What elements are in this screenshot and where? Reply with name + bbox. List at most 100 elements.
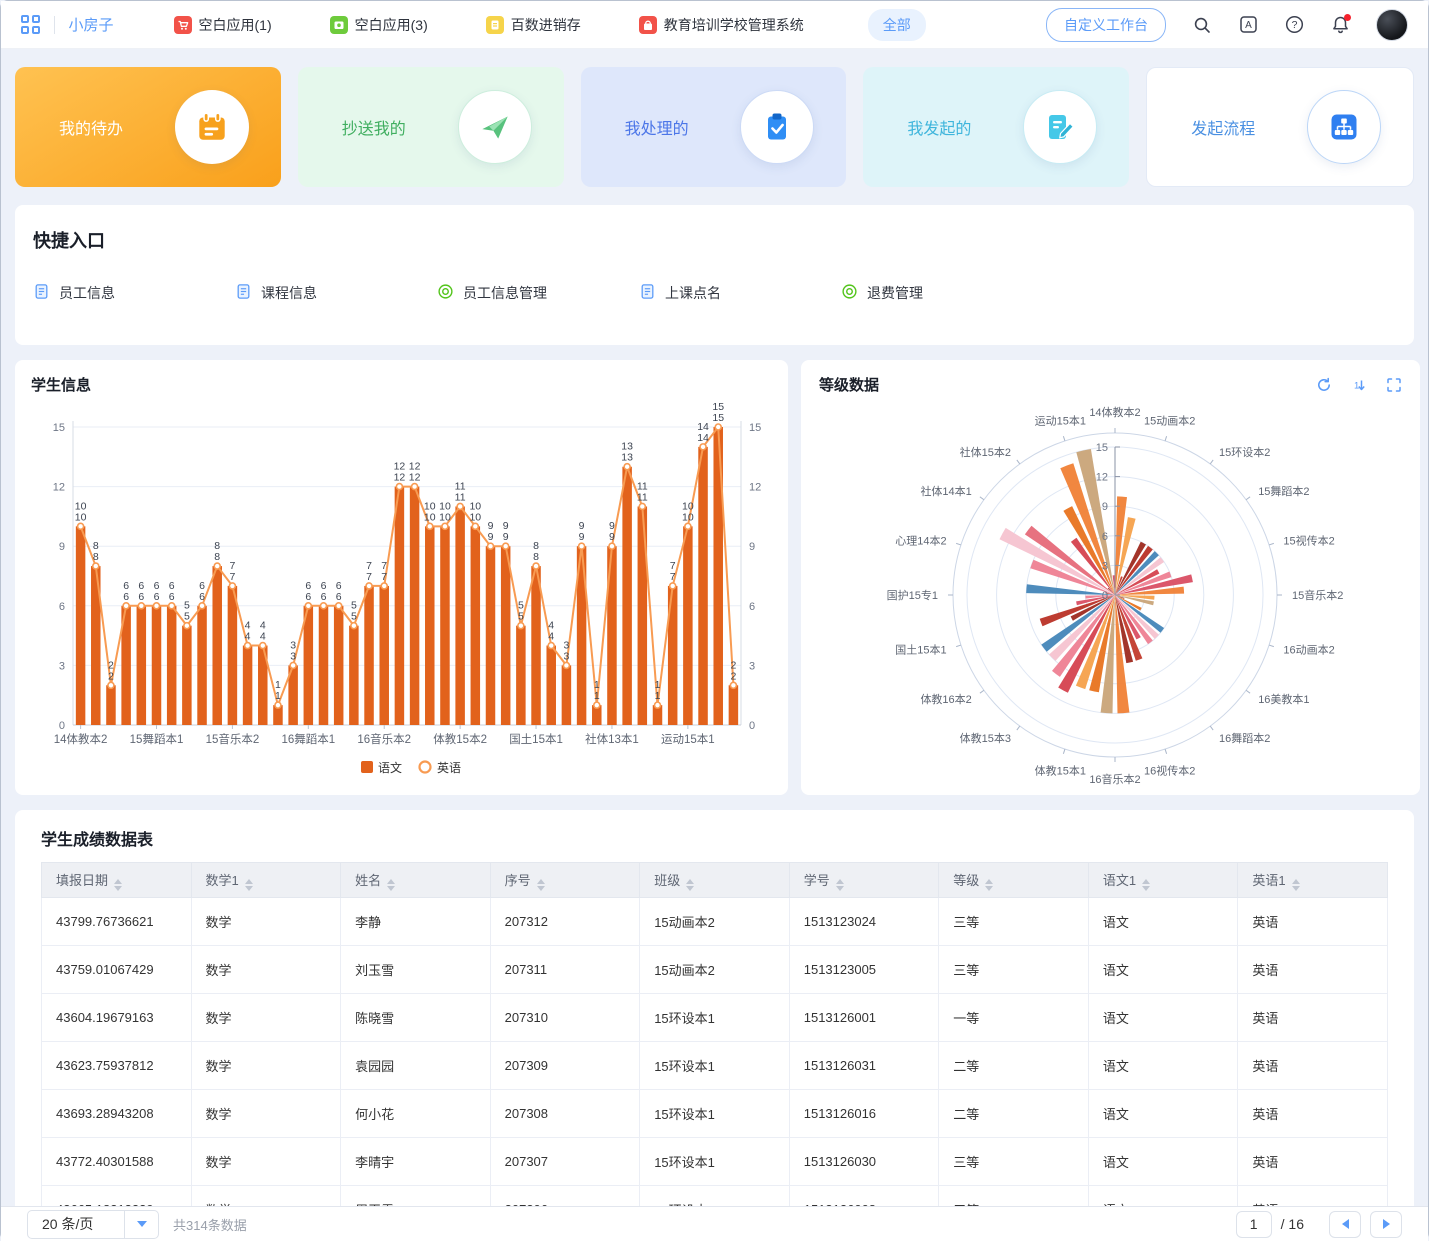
nav-app-label: 教育培训学校管理系统: [664, 15, 804, 35]
table-cell: 1513126030: [789, 1138, 939, 1186]
search-icon[interactable]: [1192, 15, 1212, 35]
sort-icon[interactable]: 1: [1351, 377, 1367, 393]
column-header-学号[interactable]: 学号: [789, 863, 939, 898]
card-start-process[interactable]: 发起流程: [1146, 67, 1414, 187]
sort-carets-icon[interactable]: [1292, 879, 1300, 891]
cart-icon: [174, 16, 192, 34]
sort-carets-icon[interactable]: [686, 879, 694, 891]
sort-carets-icon[interactable]: [1142, 879, 1150, 891]
nav-app-item[interactable]: 教育培训学校管理系统: [639, 15, 804, 35]
sort-carets-icon[interactable]: [836, 879, 844, 891]
sort-carets-icon[interactable]: [537, 879, 545, 891]
column-header-英语1[interactable]: 英语1: [1238, 863, 1388, 898]
document-icon: [235, 283, 252, 303]
table-row[interactable]: 43693.28943208数学何小花20730815环设本1151312601…: [42, 1090, 1388, 1138]
table-row[interactable]: 43772.40301588数学李晴宇20730715环设本1151312603…: [42, 1138, 1388, 1186]
svg-text:6: 6: [1102, 531, 1108, 543]
table-header-row: 填报日期数学1姓名序号班级学号等级语文1英语1: [42, 863, 1388, 898]
table-cell: 三等: [939, 898, 1089, 946]
table-cell: 陈晓雪: [341, 994, 491, 1042]
customize-workbench-button[interactable]: 自定义工作台: [1046, 8, 1166, 42]
table-cell: 英语: [1238, 1042, 1388, 1090]
prev-page-button[interactable]: [1329, 1211, 1361, 1238]
column-header-姓名[interactable]: 姓名: [341, 863, 491, 898]
avatar[interactable]: [1376, 9, 1408, 41]
table-cell: 语文: [1088, 1042, 1238, 1090]
table-cell: 数学: [191, 994, 341, 1042]
sort-carets-icon[interactable]: [985, 879, 993, 891]
page-size-value: 20 条/页: [28, 1214, 124, 1234]
next-page-button[interactable]: [1370, 1211, 1402, 1238]
fullscreen-icon[interactable]: [1386, 377, 1402, 393]
svg-text:3: 3: [59, 660, 65, 672]
table-body: 43799.76736621数学李静20731215动画本21513123024…: [42, 898, 1388, 1207]
svg-text:体教15本1: 体教15本1: [1035, 763, 1086, 777]
column-header-语文1[interactable]: 语文1: [1088, 863, 1238, 898]
chevron-down-icon[interactable]: [124, 1211, 158, 1238]
quick-link-员工信息[interactable]: 员工信息: [33, 283, 235, 303]
help-icon[interactable]: ?: [1284, 15, 1304, 35]
table-row[interactable]: 43604.19679163数学陈晓雪20731015环设本1151312600…: [42, 994, 1388, 1042]
nav-app-item[interactable]: 空白应用(3): [330, 15, 428, 35]
svg-text:1: 1: [1354, 380, 1359, 391]
page-size-select[interactable]: 20 条/页: [27, 1210, 159, 1239]
refresh-icon[interactable]: [1316, 377, 1332, 393]
svg-text:12: 12: [749, 482, 761, 494]
sort-carets-icon[interactable]: [387, 879, 395, 891]
table-row[interactable]: 43799.76736621数学李静20731215动画本21513123024…: [42, 898, 1388, 946]
table-cell: 1513126016: [789, 1090, 939, 1138]
workspace-name[interactable]: 小房子: [69, 14, 114, 35]
svg-text:11: 11: [637, 491, 648, 503]
quick-link-课程信息[interactable]: 课程信息: [235, 283, 437, 303]
table-row[interactable]: 43759.01067429数学刘玉雪20731115动画本2151312300…: [42, 946, 1388, 994]
pager: 1 / 16: [1236, 1211, 1402, 1238]
column-header-填报日期[interactable]: 填报日期: [42, 863, 192, 898]
svg-text:16舞蹈本1: 16舞蹈本1: [281, 732, 335, 746]
table-cell: 1513126008: [789, 1186, 939, 1207]
table-row[interactable]: 43623.75937812数学袁园园20730915环设本1151312603…: [42, 1042, 1388, 1090]
current-page-input[interactable]: 1: [1236, 1211, 1272, 1238]
score-table-panel: 学生成绩数据表 填报日期数学1姓名序号班级学号等级语文1英语1 43799.76…: [15, 810, 1414, 1206]
notification-bell-icon[interactable]: [1330, 15, 1350, 35]
sort-carets-icon[interactable]: [245, 879, 253, 891]
table-row[interactable]: 43665.18313239数学周玉霞20730615环设本1151312600…: [42, 1186, 1388, 1207]
card-cc-to-me[interactable]: 抄送我的: [298, 67, 564, 187]
card-initiated-by-me[interactable]: 我发起的: [863, 67, 1129, 187]
svg-text:4: 4: [260, 631, 266, 643]
doc-icon: [486, 16, 504, 34]
table-cell: 207312: [490, 898, 640, 946]
app-grid-icon[interactable]: [21, 15, 40, 34]
bag-icon: [639, 16, 657, 34]
svg-text:6: 6: [138, 591, 144, 603]
top-nav: 小房子 空白应用(1) 空白应用(3) 百数进销存 教育培训学校管理系统 全部 自定义…: [1, 1, 1428, 49]
svg-text:16美教本1: 16美教本1: [1258, 692, 1309, 706]
svg-text:15: 15: [1096, 442, 1108, 454]
translate-icon[interactable]: A: [1238, 15, 1258, 35]
nav-app-item[interactable]: 空白应用(1): [174, 15, 272, 35]
svg-text:3: 3: [749, 660, 755, 672]
column-header-数学1[interactable]: 数学1: [191, 863, 341, 898]
column-header-等级[interactable]: 等级: [939, 863, 1089, 898]
svg-text:10: 10: [469, 511, 481, 523]
table-cell: 15环设本1: [640, 1186, 790, 1207]
svg-text:15舞蹈本1: 15舞蹈本1: [130, 732, 184, 746]
svg-text:体教15本2: 体教15本2: [433, 732, 487, 746]
table-cell: 数学: [191, 1042, 341, 1090]
table-cell: 一等: [939, 994, 1089, 1042]
quick-link-员工信息管理[interactable]: 员工信息管理: [437, 283, 639, 303]
svg-text:1: 1: [594, 690, 600, 702]
nav-app-item[interactable]: 百数进销存: [486, 15, 581, 35]
column-header-序号[interactable]: 序号: [490, 863, 640, 898]
card-my-todo[interactable]: 我的待办: [15, 67, 281, 187]
sort-carets-icon[interactable]: [114, 879, 122, 891]
svg-text:社体15本2: 社体15本2: [960, 445, 1011, 459]
quick-link-上课点名[interactable]: 上课点名: [639, 283, 841, 303]
card-handled-by-me[interactable]: 我处理的: [581, 67, 847, 187]
table-cell: 1513126001: [789, 994, 939, 1042]
charts-row: 学生信息 00336699121215151010882266666666556…: [15, 360, 1414, 795]
column-header-班级[interactable]: 班级: [640, 863, 790, 898]
quick-link-退费管理[interactable]: 退费管理: [841, 283, 1043, 303]
all-apps-pill[interactable]: 全部: [868, 9, 926, 41]
svg-text:6: 6: [336, 591, 342, 603]
svg-text:3: 3: [290, 650, 296, 662]
